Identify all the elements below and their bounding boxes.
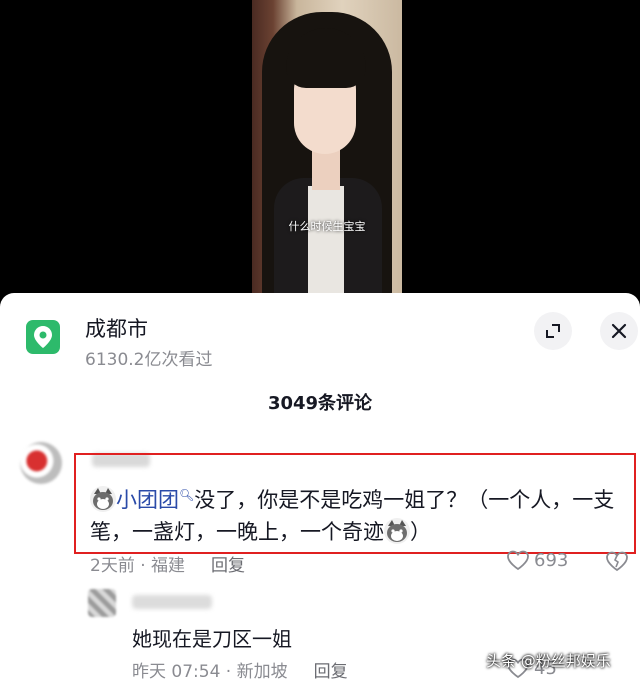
avatar[interactable] — [88, 589, 116, 617]
video-player[interactable]: 什么时候生宝宝 — [0, 0, 640, 300]
mention-avatar-icon — [90, 486, 116, 512]
comments-sheet: 成都市 6130.2亿次看过 3049条评论 小团团🔍︎没了，你是不是吃鸡一姐了… — [0, 293, 640, 685]
reply-time-location: 昨天 07:54 · 新加坡 — [132, 662, 288, 682]
comment-text-part2: ） — [410, 520, 431, 544]
location-name[interactable]: 成都市 — [85, 313, 148, 343]
avatar[interactable] — [20, 442, 62, 484]
broken-heart-icon — [606, 551, 628, 572]
username-blurred[interactable] — [132, 595, 212, 609]
reply-meta: 昨天 07:54 · 新加坡 回复 — [132, 657, 348, 682]
expand-button[interactable] — [534, 312, 572, 350]
comment-count: 3049条评论 — [267, 393, 373, 414]
mention-link[interactable]: 小团团 — [116, 488, 179, 512]
heart-icon — [507, 550, 529, 571]
emoji-icon — [384, 518, 410, 544]
location-pin-icon[interactable] — [26, 320, 60, 354]
like-button[interactable]: 693 — [506, 549, 568, 571]
reply-text: 她现在是刀区一姐 — [132, 627, 292, 651]
comment-text: 小团团🔍︎没了，你是不是吃鸡一姐了？（一个人，一支笔，一盏灯，一晚上，一个奇迹 … — [90, 479, 630, 548]
dislike-button[interactable] — [605, 550, 629, 576]
video-subtitle: 什么时候生宝宝 — [288, 220, 366, 233]
comment-time-location: 2天前 · 福建 — [90, 556, 186, 576]
like-count: 693 — [534, 549, 569, 571]
video-frame: 什么时候生宝宝 — [252, 0, 402, 300]
reply-button[interactable]: 回复 — [314, 662, 348, 682]
reply-button[interactable]: 回复 — [211, 556, 245, 576]
expand-icon — [546, 324, 560, 338]
comment-meta: 2天前 · 福建 回复 — [90, 551, 245, 576]
location-views: 6130.2亿次看过 — [85, 350, 213, 370]
video-person-inner-top — [308, 186, 344, 296]
close-icon — [611, 323, 627, 339]
close-button[interactable] — [600, 312, 638, 350]
video-person-neck — [312, 150, 340, 190]
search-small-icon: 🔍︎ — [179, 488, 195, 502]
watermark: 头条 @粉丝邦娱乐 — [486, 652, 611, 670]
